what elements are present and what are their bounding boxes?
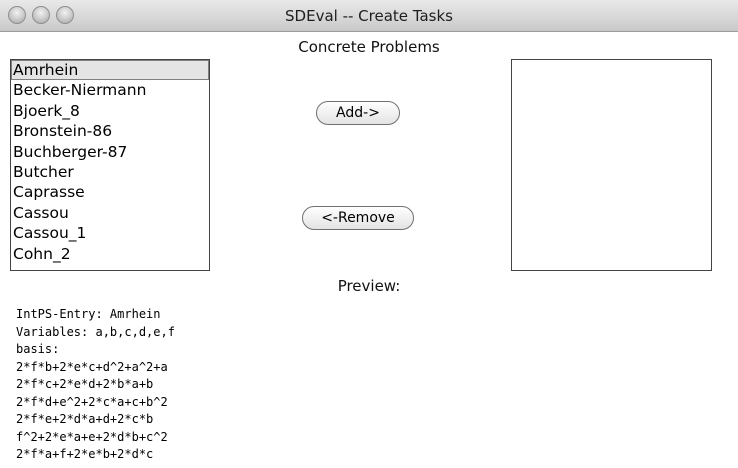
selected-tasks-list[interactable] — [511, 59, 712, 271]
preview-line: 2*f*a+f+2*e*b+2*d*c — [16, 447, 154, 461]
preview-label: Preview: — [337, 277, 401, 295]
preview-line: 2*f*e+2*d*a+d+2*c*b — [16, 412, 154, 426]
problem-list-item[interactable]: Bjoerk_8 — [11, 101, 209, 121]
problem-list-item[interactable]: Butcher — [11, 162, 209, 182]
preview-line: 2*f*b+2*e*c+d^2+a^2+a — [16, 359, 168, 374]
window-title: SDEval -- Create Tasks — [285, 7, 453, 25]
remove-button[interactable]: <-Remove — [302, 206, 414, 230]
problem-list-item[interactable]: Buchberger-87 — [11, 142, 209, 162]
preview-line: basis: — [16, 342, 60, 356]
preview-text: IntPS-Entry: Amrhein Variables: a,b,c,d,e… — [16, 306, 416, 464]
problem-list-item[interactable]: Amrhein — [11, 60, 209, 81]
concrete-problems-list[interactable]: Amrhein Becker-Niermann Bjoerk_8 Bronstein-… — [10, 59, 210, 271]
problem-list-item[interactable]: Caprasse — [11, 182, 209, 202]
problem-list-item[interactable]: Cohn_2 — [11, 244, 209, 264]
problem-list-item[interactable]: Cassou_1 — [11, 223, 209, 243]
preview-line: 2*f*d+e^2+2*c*a+c+b^2 — [16, 394, 168, 409]
preview-line: 2*f*c+2*e*d+2*b*a+b — [16, 377, 154, 391]
preview-line: Variables: a,b,c,d,e,f — [16, 324, 175, 339]
problem-list-item[interactable]: Becker-Niermann — [11, 80, 209, 100]
preview-line: IntPS-Entry: Amrhein — [16, 307, 161, 321]
concrete-problems-heading: Concrete Problems — [298, 38, 440, 56]
title-bar: SDEval -- Create Tasks — [0, 0, 738, 32]
problem-list-item[interactable]: Cassou — [11, 203, 209, 223]
problem-list-item[interactable]: Bronstein-86 — [11, 121, 209, 141]
preview-line: f^2+2*e*a+e+2*d*b+c^2 — [16, 429, 168, 444]
add-button[interactable]: Add-> — [316, 101, 400, 125]
